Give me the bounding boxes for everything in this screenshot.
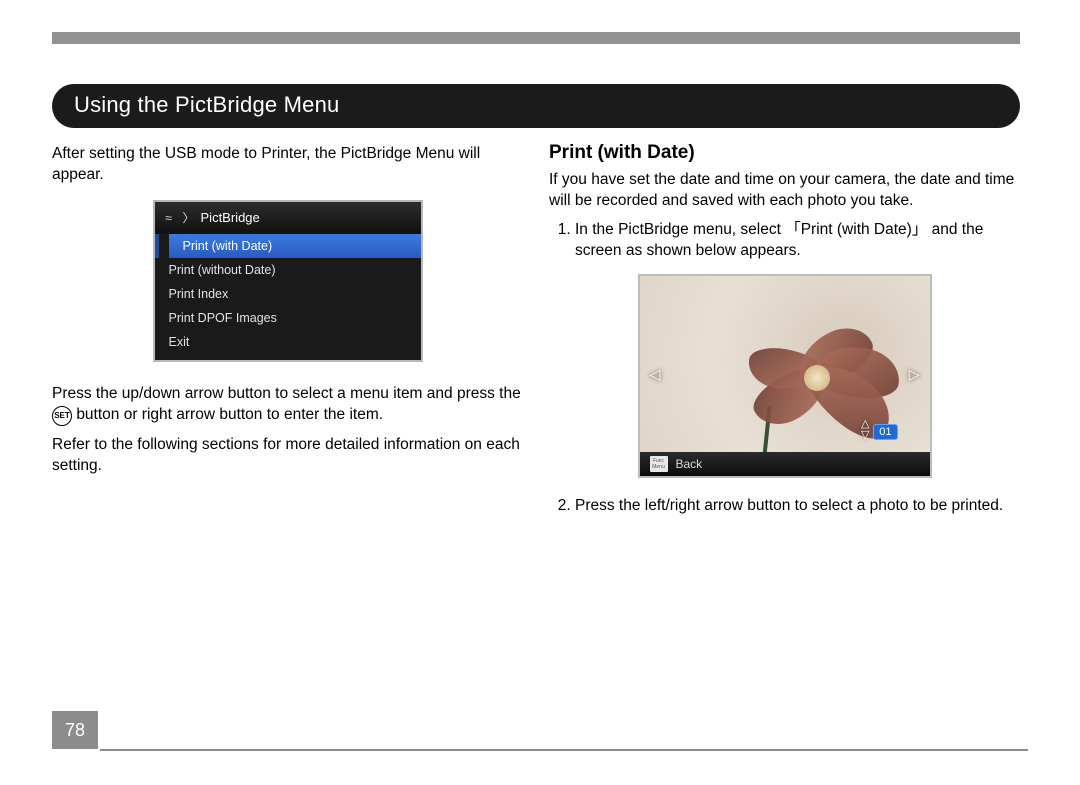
menu-item[interactable]: Exit: [155, 330, 421, 354]
menu-item-label: Print Index: [169, 287, 229, 301]
menu-item[interactable]: Print DPOF Images: [155, 306, 421, 330]
menu-item[interactable]: Print (without Date): [155, 258, 421, 282]
menu-item-selected[interactable]: Print (with Date): [169, 234, 421, 258]
up-down-arrows[interactable]: △ ▽: [861, 419, 869, 440]
menu-item-label: Print DPOF Images: [169, 311, 277, 325]
subsection-heading: Print (with Date): [549, 142, 1020, 164]
set-button-icon: SET: [52, 406, 72, 426]
down-arrow-icon: ▽: [861, 430, 869, 440]
back-label: Back: [676, 457, 703, 471]
menu-title-text: PictBridge: [201, 210, 260, 225]
menu-wave-icon: ≈: [165, 211, 172, 225]
print-preview-screenshot: ◁ ▷ △ ▽ 01 Func Menu Back: [638, 274, 932, 478]
menu-item[interactable]: Print Index: [155, 282, 421, 306]
intro-paragraph: After setting the USB mode to Printer, t…: [52, 144, 523, 186]
up-arrow-icon: △: [861, 419, 869, 429]
func-bottom-label: Menu: [652, 464, 665, 470]
menu-body: Print (with Date) Print (without Date) P…: [155, 234, 421, 360]
page-number: 78: [65, 720, 85, 741]
left-column: After setting the USB mode to Printer, t…: [52, 140, 523, 523]
func-menu-button-icon[interactable]: Func Menu: [650, 456, 668, 472]
set-label: SET: [54, 411, 70, 422]
step-2: Press the left/right arrow button to sel…: [575, 496, 1020, 517]
menu-item-label: Print (without Date): [169, 263, 276, 277]
page-number-box: 78: [52, 711, 98, 749]
menu-title-bar: ≈ 〉 PictBridge: [155, 202, 421, 234]
steps-list-cont: Press the left/right arrow button to sel…: [575, 496, 1020, 517]
menu-item-label: Print (with Date): [183, 239, 273, 253]
left-arrow-icon[interactable]: ◁: [650, 366, 661, 383]
right-arrow-icon[interactable]: ▷: [909, 366, 920, 383]
step-1: In the PictBridge menu, select 「Print (w…: [575, 220, 1020, 262]
menu-selection-indicator: [155, 234, 159, 258]
preview-photo: [640, 276, 930, 476]
count-value: 01: [879, 426, 891, 438]
footer-divider: [100, 749, 1028, 751]
right-column: Print (with Date) If you have set the da…: [549, 140, 1020, 523]
steps-list: In the PictBridge menu, select 「Print (w…: [575, 220, 1020, 262]
section-heading-text: Using the PictBridge Menu: [74, 92, 339, 117]
count-badge: 01: [873, 424, 897, 440]
top-divider: [52, 32, 1020, 44]
instruction-text-a: Press the up/down arrow button to select…: [52, 385, 521, 402]
preview-bottom-bar: Func Menu Back: [640, 452, 930, 476]
instruction-text-b: button or right arrow button to enter th…: [76, 406, 383, 423]
right-intro-paragraph: If you have set the date and time on you…: [549, 170, 1020, 212]
refer-paragraph: Refer to the following sections for more…: [52, 435, 523, 477]
instruction-paragraph: Press the up/down arrow button to select…: [52, 384, 523, 427]
chevron-right-icon: 〉: [183, 209, 195, 226]
menu-item-label: Exit: [169, 335, 190, 349]
pictbridge-menu-screenshot: ≈ 〉 PictBridge Print (with Date) Print (…: [153, 200, 423, 362]
section-heading-pill: Using the PictBridge Menu: [52, 84, 1020, 128]
